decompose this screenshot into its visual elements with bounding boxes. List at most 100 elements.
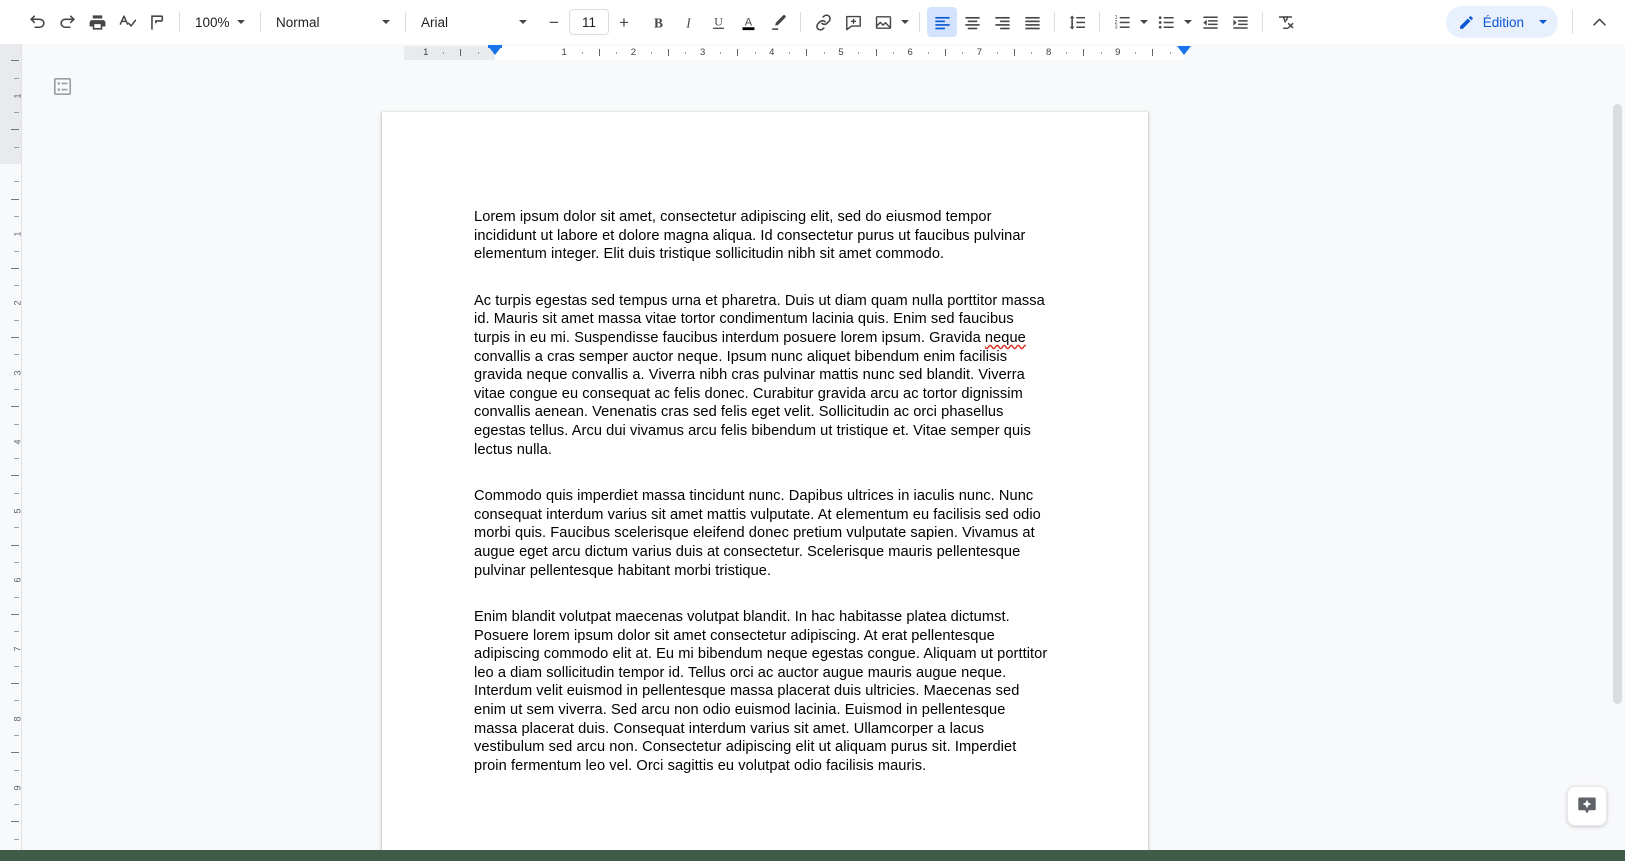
toolbar-divider xyxy=(1572,10,1573,34)
right-indent-marker[interactable] xyxy=(1176,46,1191,55)
align-right-icon[interactable] xyxy=(987,7,1017,37)
horizontal-ruler[interactable]: 1 1 2 3 4 5 6 7 8 9 xyxy=(404,44,1191,62)
vruler-tick xyxy=(11,752,19,754)
vruler-tick xyxy=(14,527,19,529)
vruler-tick xyxy=(11,406,19,408)
add-comment-icon[interactable] xyxy=(838,7,868,37)
line-spacing-icon[interactable] xyxy=(1062,7,1092,37)
insert-image-chevron-down-icon[interactable] xyxy=(898,7,912,37)
numbered-list-chevron-down-icon[interactable] xyxy=(1137,7,1151,37)
vruler-tick xyxy=(14,596,19,598)
misspelled-word[interactable]: neque xyxy=(985,330,1026,346)
vruler-tick xyxy=(14,561,19,563)
ruler-tick xyxy=(1169,52,1171,54)
collapse-menus-icon[interactable] xyxy=(1583,6,1615,38)
toolbar-divider xyxy=(179,12,180,32)
vruler-tick xyxy=(14,77,19,79)
highlight-color-icon[interactable] xyxy=(763,7,793,37)
bulleted-list-icon[interactable] xyxy=(1151,7,1181,37)
toolbar-divider xyxy=(919,12,920,32)
ruler-tick xyxy=(1065,52,1067,54)
bold-icon[interactable]: B xyxy=(643,7,673,37)
svg-text:U: U xyxy=(714,14,723,28)
ruler-tick xyxy=(996,52,998,54)
ruler-number: 1 xyxy=(561,47,567,58)
ruler-number: 9 xyxy=(1115,47,1121,58)
paragraph-4[interactable]: Enim blandit volutpat maecenas volutpat … xyxy=(474,608,1052,775)
ruler-tick xyxy=(789,52,791,54)
vruler-tick xyxy=(11,821,19,823)
font-size-input[interactable]: 11 xyxy=(569,9,609,35)
vruler-number: 8 xyxy=(12,716,22,722)
underline-icon[interactable]: U xyxy=(703,7,733,37)
numbered-list-icon[interactable]: 123 xyxy=(1107,7,1137,37)
insert-image-icon[interactable] xyxy=(868,7,898,37)
font-size-increase-button[interactable]: + xyxy=(611,9,637,35)
paint-format-icon[interactable] xyxy=(142,7,172,37)
document-page[interactable]: Lorem ipsum dolor sit amet, consectetur … xyxy=(382,112,1148,861)
toolbar-divider xyxy=(800,12,801,32)
redo-icon[interactable] xyxy=(52,7,82,37)
chevron-down-icon xyxy=(1532,20,1554,24)
document-scroll-area[interactable]: 1 1 2 3 4 5 6 7 8 9 Lorem ipsum dolor sit amet, c… xyxy=(22,44,1625,861)
paragraph-2[interactable]: Ac turpis egestas sed tempus urna et pha… xyxy=(474,292,1052,459)
ruler-tick xyxy=(858,52,860,54)
align-justify-icon[interactable] xyxy=(1017,7,1047,37)
decrease-indent-icon[interactable] xyxy=(1195,7,1225,37)
ruler-tick xyxy=(806,49,808,56)
document-outline-toggle-icon[interactable] xyxy=(42,66,82,106)
vruler-tick xyxy=(14,458,19,460)
first-line-indent-marker[interactable] xyxy=(488,45,502,48)
spellcheck-icon[interactable] xyxy=(112,7,142,37)
font-size-decrease-button[interactable]: − xyxy=(541,9,567,35)
ruler-tick xyxy=(668,49,669,56)
docs-editor-window: 100% Normal Arial − 11 + B I U A 1 2 3 É… xyxy=(0,0,1625,861)
ruler-tick xyxy=(875,49,877,56)
toolbar-divider xyxy=(1099,12,1100,32)
align-left-icon[interactable] xyxy=(927,7,957,37)
ruler-tick xyxy=(581,52,583,54)
vruler-tick xyxy=(11,198,19,200)
assistant-button[interactable] xyxy=(1567,786,1607,826)
clear-formatting-icon[interactable] xyxy=(1270,7,1300,37)
vruler-tick xyxy=(14,319,19,321)
paragraph-1[interactable]: Lorem ipsum dolor sit amet, consectetur … xyxy=(474,208,1052,264)
bulleted-list-chevron-down-icon[interactable] xyxy=(1181,7,1195,37)
text-color-icon[interactable]: A xyxy=(733,7,763,37)
paragraph-3[interactable]: Commodo quis imperdiet massa tincidunt n… xyxy=(474,487,1052,580)
print-icon[interactable] xyxy=(82,7,112,37)
editing-mode-label: Édition xyxy=(1482,14,1524,30)
main-toolbar: 100% Normal Arial − 11 + B I U A 1 2 3 É… xyxy=(0,0,1625,44)
paragraph-style-value: Normal xyxy=(276,14,320,30)
svg-text:A: A xyxy=(744,16,752,28)
svg-text:B: B xyxy=(654,15,663,30)
document-body[interactable]: Lorem ipsum dolor sit amet, consectetur … xyxy=(382,112,1148,775)
vertical-ruler[interactable]: 2112345678910 xyxy=(0,44,22,861)
editing-mode-button[interactable]: Édition xyxy=(1445,6,1558,38)
font-family-select[interactable]: Arial xyxy=(413,8,535,36)
chevron-down-icon xyxy=(517,20,529,24)
ruler-tick xyxy=(460,49,462,56)
ruler-tick xyxy=(1100,52,1102,54)
vruler-number: 5 xyxy=(12,508,22,514)
vruler-tick xyxy=(14,700,19,702)
chevron-down-icon xyxy=(236,20,247,24)
vruler-tick xyxy=(14,181,19,183)
increase-indent-icon[interactable] xyxy=(1225,7,1255,37)
toolbar-divider xyxy=(1262,12,1263,32)
ruler-number: 1 xyxy=(423,47,429,58)
paragraph-style-select[interactable]: Normal xyxy=(268,8,398,36)
vruler-tick xyxy=(14,146,19,148)
vruler-number: 1 xyxy=(12,231,22,237)
undo-icon[interactable] xyxy=(22,7,52,37)
insert-link-icon[interactable] xyxy=(808,7,838,37)
vruler-tick xyxy=(14,838,19,840)
toolbar-divider xyxy=(260,12,261,32)
vruler-tick xyxy=(14,285,19,287)
vertical-scrollbar-thumb[interactable] xyxy=(1613,104,1622,704)
sparkle-icon xyxy=(1578,797,1596,814)
align-center-icon[interactable] xyxy=(957,7,987,37)
italic-icon[interactable]: I xyxy=(673,7,703,37)
zoom-select[interactable]: 100% xyxy=(187,8,253,36)
toolbar-divider xyxy=(1054,12,1055,32)
